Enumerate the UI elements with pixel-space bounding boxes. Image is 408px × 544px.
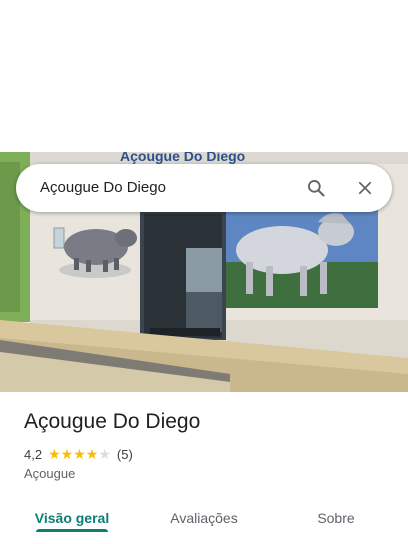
search-input[interactable]: Açougue Do Diego — [40, 164, 166, 212]
tab-bar: Visão geral Avaliações Sobre — [0, 496, 408, 540]
star-icon: ★ — [85, 446, 99, 462]
search-bar[interactable]: Açougue Do Diego — [16, 164, 392, 212]
place-info-panel: Açougue Do Diego 4,2 ★ ★ ★ ★ ★ (5) Açoug… — [0, 392, 408, 544]
place-title: Açougue Do Diego — [24, 410, 201, 433]
search-button[interactable] — [298, 170, 334, 206]
star-icon: ★ — [60, 446, 74, 462]
close-button[interactable] — [347, 170, 383, 206]
tab-reviews[interactable]: Avaliações — [158, 496, 250, 540]
ox-mural — [226, 206, 378, 308]
tab-overview[interactable]: Visão geral — [26, 496, 118, 540]
rating-stars: ★ ★ ★ ★ ★ — [48, 447, 111, 461]
rating-value: 4,2 — [24, 446, 43, 462]
star-icon: ★ — [98, 446, 111, 462]
close-icon — [358, 181, 372, 195]
star-icon: ★ — [73, 446, 86, 462]
rating-row[interactable]: 4,2 ★ ★ ★ ★ ★ (5) — [24, 445, 133, 463]
search-icon — [308, 180, 325, 197]
review-count: (5) — [116, 446, 133, 462]
pig-mural — [59, 229, 137, 278]
place-category: Açougue — [24, 466, 76, 481]
tab-about[interactable]: Sobre — [290, 496, 382, 540]
active-tab-indicator — [36, 529, 108, 532]
star-icon: ★ — [48, 446, 61, 462]
sign-text: Açougue Do Diego — [120, 152, 245, 164]
